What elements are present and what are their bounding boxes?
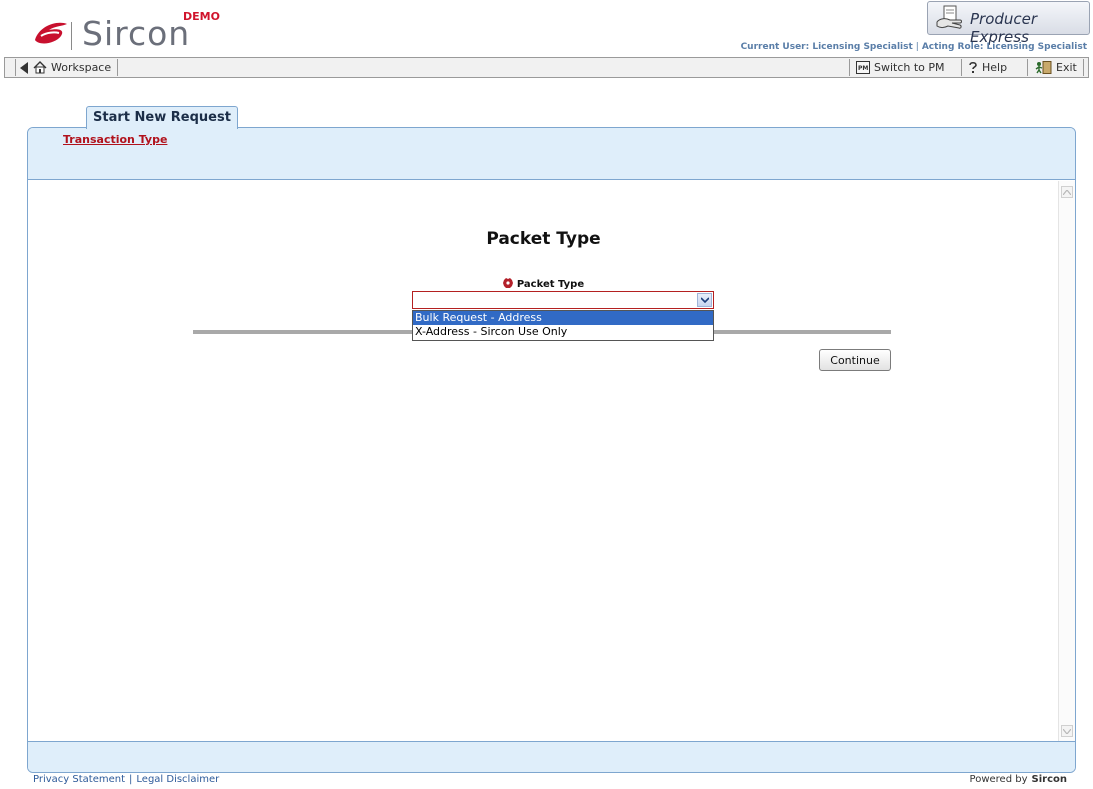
demo-badge: DEMO xyxy=(183,10,220,23)
logo-divider xyxy=(71,22,72,50)
workspace-label: Workspace xyxy=(51,61,112,74)
product-express-badge: Producer Express xyxy=(927,1,1090,46)
footer-links: Privacy Statement | Legal Disclaimer xyxy=(33,774,219,785)
panel-header: Transaction Type xyxy=(28,128,1075,180)
vertical-scrollbar[interactable] xyxy=(1058,181,1075,742)
back-arrow-icon xyxy=(20,61,28,74)
packet-type-label: Packet Type xyxy=(28,278,1059,290)
workspace-button[interactable]: Workspace xyxy=(15,59,119,76)
option-x-address[interactable]: X-Address - Sircon Use Only xyxy=(413,325,713,339)
main-panel: Transaction Type Packet Type Packet Type… xyxy=(27,127,1076,773)
current-user: Current User: Licensing Specialist xyxy=(740,42,913,52)
chevron-up-icon xyxy=(1063,189,1071,195)
exit-door-icon xyxy=(1035,61,1052,74)
logo-text: Sircon xyxy=(82,14,191,53)
powered-by-brand: Sircon xyxy=(1031,774,1067,785)
legal-disclaimer-link[interactable]: Legal Disclaimer xyxy=(136,774,219,785)
user-info: Current User: Licensing Specialist | Actin… xyxy=(741,42,1087,52)
home-icon xyxy=(33,61,47,74)
help-label: Help xyxy=(982,61,1008,74)
svg-text:PM: PM xyxy=(858,65,868,72)
toolbar: Workspace PM Switch to PM Help Exit xyxy=(4,57,1089,78)
packet-type-select[interactable] xyxy=(412,291,714,309)
chevron-down-icon xyxy=(1063,728,1071,734)
packet-type-label-text: Packet Type xyxy=(516,279,585,290)
continue-button[interactable]: Continue xyxy=(819,349,891,371)
page-header: Sircon DEMO Producer Express Current Use… xyxy=(0,0,1093,58)
user-separator: | xyxy=(915,42,919,52)
privacy-statement-link[interactable]: Privacy Statement xyxy=(33,774,125,785)
tab-start-new-request[interactable]: Start New Request xyxy=(86,106,238,129)
scroll-down-button[interactable] xyxy=(1061,725,1073,737)
help-button[interactable]: Help xyxy=(961,59,1013,76)
required-icon xyxy=(502,278,513,288)
page-title: Packet Type xyxy=(486,229,601,249)
switch-to-pm-label: Switch to PM xyxy=(874,61,945,74)
powered-by-text: Powered by xyxy=(969,774,1028,785)
acting-role: Acting Role: Licensing Specialist xyxy=(921,42,1087,52)
option-bulk-request-address[interactable]: Bulk Request - Address xyxy=(413,311,713,325)
hand-document-icon xyxy=(936,5,962,29)
packet-type-options: Bulk Request - Address X-Address - Sirco… xyxy=(412,310,714,341)
exit-button[interactable]: Exit xyxy=(1027,59,1084,76)
scroll-up-button[interactable] xyxy=(1061,186,1073,198)
breadcrumb-transaction-type[interactable]: Transaction Type xyxy=(63,133,167,146)
exit-label: Exit xyxy=(1056,61,1077,74)
switch-to-pm-button[interactable]: PM Switch to PM xyxy=(849,59,951,76)
dropdown-arrow-button[interactable] xyxy=(697,293,712,307)
powered-by: Powered by Sircon xyxy=(970,774,1067,785)
sircon-logo: Sircon DEMO xyxy=(33,10,283,54)
panel-footer xyxy=(28,741,1075,772)
chevron-down-icon xyxy=(700,297,709,303)
sircon-swoosh-icon xyxy=(35,22,67,44)
product-name: Producer Express xyxy=(970,10,1038,46)
help-icon xyxy=(969,61,977,73)
pm-icon: PM xyxy=(856,61,870,74)
footer-separator: | xyxy=(129,774,133,785)
